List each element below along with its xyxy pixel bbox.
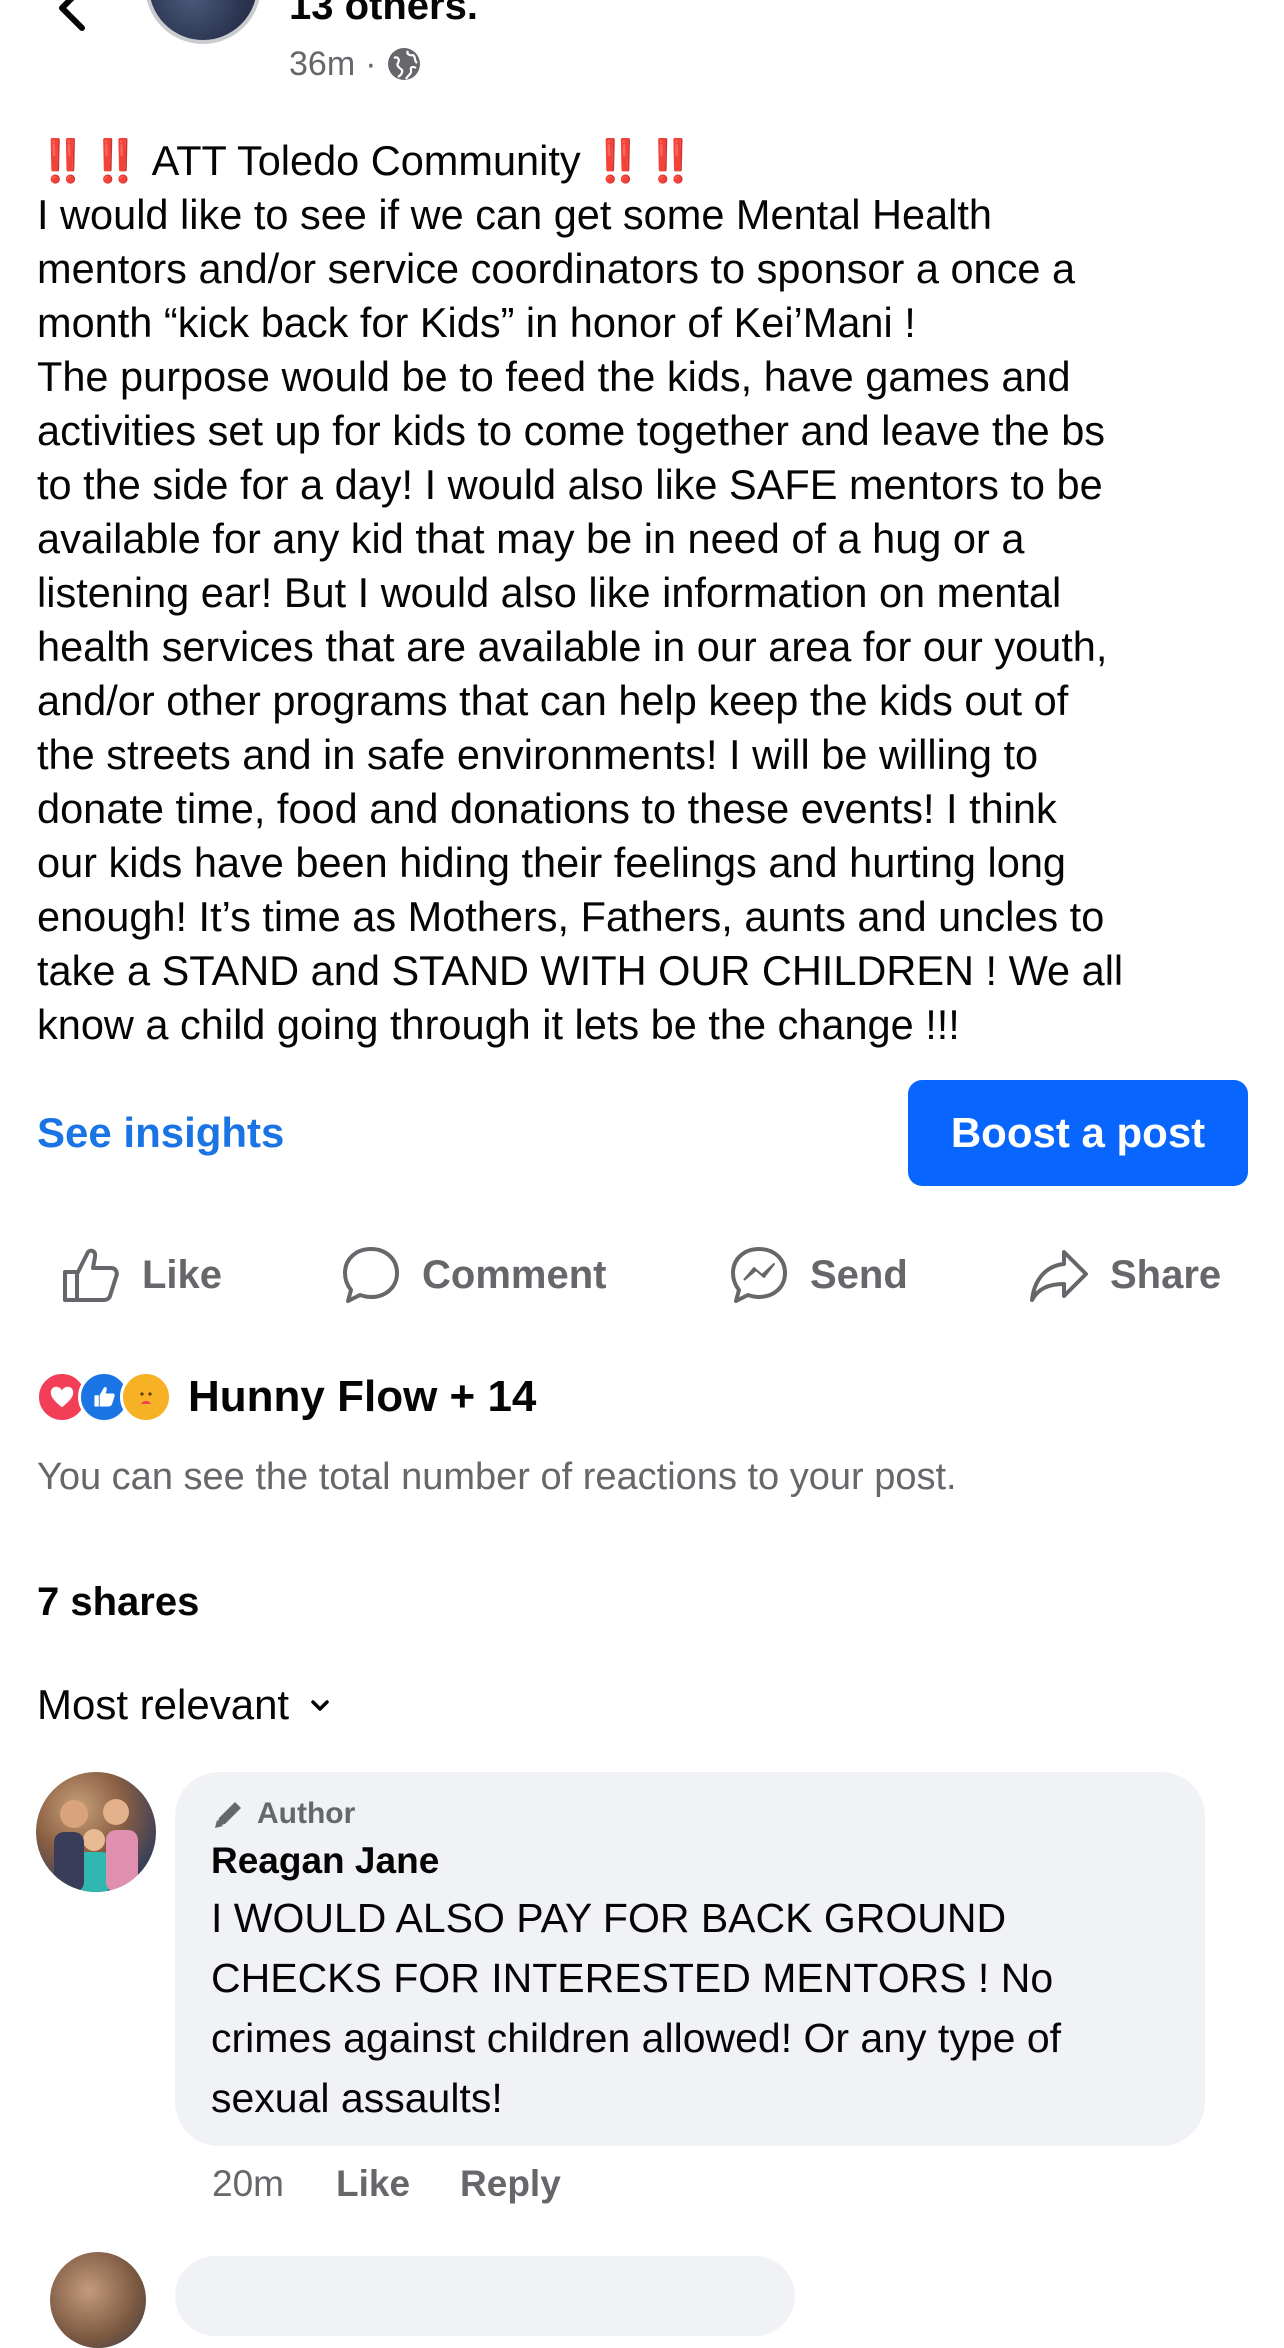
- group-name: ATT Toledo Community: [151, 137, 581, 184]
- comment-reply-link[interactable]: Reply: [460, 2160, 561, 2208]
- post-line: enough! It’s time as Mothers, Fathers, a…: [37, 893, 1105, 940]
- post-meta: 36m ·: [289, 44, 422, 84]
- comment-line: CHECKS FOR INTERESTED MENTORS ! No: [211, 1955, 1054, 2001]
- comment-button[interactable]: Comment: [340, 1230, 606, 1320]
- post-line: mentors and/or service coordinators to s…: [37, 245, 1076, 292]
- post-line: health services that are available in ou…: [37, 623, 1108, 670]
- back-button[interactable]: [44, 0, 104, 40]
- see-insights-link[interactable]: See insights: [37, 1108, 284, 1158]
- sort-label: Most relevant: [37, 1681, 290, 1728]
- author-badge: Author: [211, 1794, 1169, 1834]
- post-line: our kids have been hiding their feelings…: [37, 839, 1066, 886]
- post-line: the streets and in safe environments! I …: [37, 731, 1039, 778]
- share-button[interactable]: Share: [1028, 1230, 1221, 1320]
- post-time: 36m: [289, 45, 356, 83]
- comment-bubble[interactable]: Author Reagan Jane I WOULD ALSO PAY FOR …: [175, 1772, 1205, 2146]
- thumbs-up-icon: [63, 1248, 119, 1302]
- share-label: Share: [1110, 1252, 1222, 1297]
- author-badge-label: Author: [257, 1797, 356, 1830]
- post-header: 13 others. 36m ·: [0, 0, 1284, 110]
- comment-time: 20m: [212, 2163, 284, 2204]
- globe-icon[interactable]: [386, 46, 422, 82]
- comment-bubble-icon: [343, 1247, 399, 1303]
- back-arrow-icon: [59, 0, 85, 31]
- post-line: know a child going through it lets be th…: [37, 1001, 960, 1048]
- post-line: donate time, food and donations to these…: [37, 785, 1057, 832]
- post-group-line: ‼️‼️ ATT Toledo Community ‼️‼️: [37, 134, 1257, 188]
- share-arrow-icon: [1030, 1250, 1088, 1302]
- like-button[interactable]: Like: [60, 1230, 222, 1320]
- post-body: ‼️‼️ ATT Toledo Community ‼️‼️ I would l…: [37, 134, 1257, 1052]
- post-line: activities set up for kids to come toget…: [37, 407, 1106, 454]
- post-line: take a STAND and STAND WITH OUR CHILDREN…: [37, 947, 1124, 994]
- messenger-icon: [731, 1247, 787, 1303]
- commenter-avatar[interactable]: [36, 1772, 156, 1892]
- next-comment-bubble[interactable]: [175, 2256, 795, 2336]
- post-line: and/or other programs that can help keep…: [37, 677, 1069, 724]
- comment-sort-dropdown[interactable]: Most relevant: [37, 1680, 333, 1730]
- post-line: I would like to see if we can get some M…: [37, 191, 992, 238]
- post-line: month “kick back for Kids” in honor of K…: [37, 299, 916, 346]
- profile-avatar[interactable]: [145, 0, 261, 44]
- shares-count[interactable]: 7 shares: [37, 1578, 199, 1626]
- double-exclamation-icon: ‼️‼️: [592, 137, 698, 184]
- post-author-names[interactable]: 13 others.: [289, 0, 478, 30]
- post-line: available for any kid that may be in nee…: [37, 515, 1025, 562]
- comment-meta: 20m Like Reply: [212, 2160, 611, 2208]
- send-button[interactable]: Send: [728, 1230, 908, 1320]
- reactions-summary[interactable]: Hunny Flow + 14: [36, 1362, 536, 1432]
- boost-post-button[interactable]: Boost a post: [908, 1080, 1248, 1186]
- meta-separator: ·: [365, 45, 377, 83]
- next-commenter-avatar[interactable]: [50, 2252, 146, 2348]
- comment-label: Comment: [422, 1252, 607, 1297]
- care-icon: [120, 1371, 172, 1423]
- comment-text: I WOULD ALSO PAY FOR BACK GROUND CHECKS …: [211, 1888, 1169, 2128]
- post-line: to the side for a day! I would also like…: [37, 461, 1103, 508]
- comment-like-link[interactable]: Like: [336, 2160, 410, 2208]
- reactions-note: You can see the total number of reaction…: [37, 1456, 957, 1498]
- post-line: listening ear! But I would also like inf…: [37, 569, 1062, 616]
- comment-line: crimes against children allowed! Or any …: [211, 2015, 1062, 2061]
- commenter-name[interactable]: Reagan Jane: [211, 1838, 1169, 1884]
- post-line: The purpose would be to feed the kids, h…: [37, 353, 1071, 400]
- like-label: Like: [142, 1252, 223, 1297]
- send-label: Send: [810, 1252, 908, 1297]
- comment-line: I WOULD ALSO PAY FOR BACK GROUND: [211, 1895, 1007, 1941]
- post-action-bar: Like Comment Send Share: [0, 1230, 1284, 1320]
- comment-line: sexual assaults!: [211, 2075, 503, 2121]
- double-exclamation-icon: ‼️‼️: [37, 137, 143, 184]
- reactions-count[interactable]: Hunny Flow + 14: [188, 1371, 536, 1423]
- pencil-icon: [215, 1802, 241, 1828]
- chevron-down-icon: [311, 1700, 329, 1711]
